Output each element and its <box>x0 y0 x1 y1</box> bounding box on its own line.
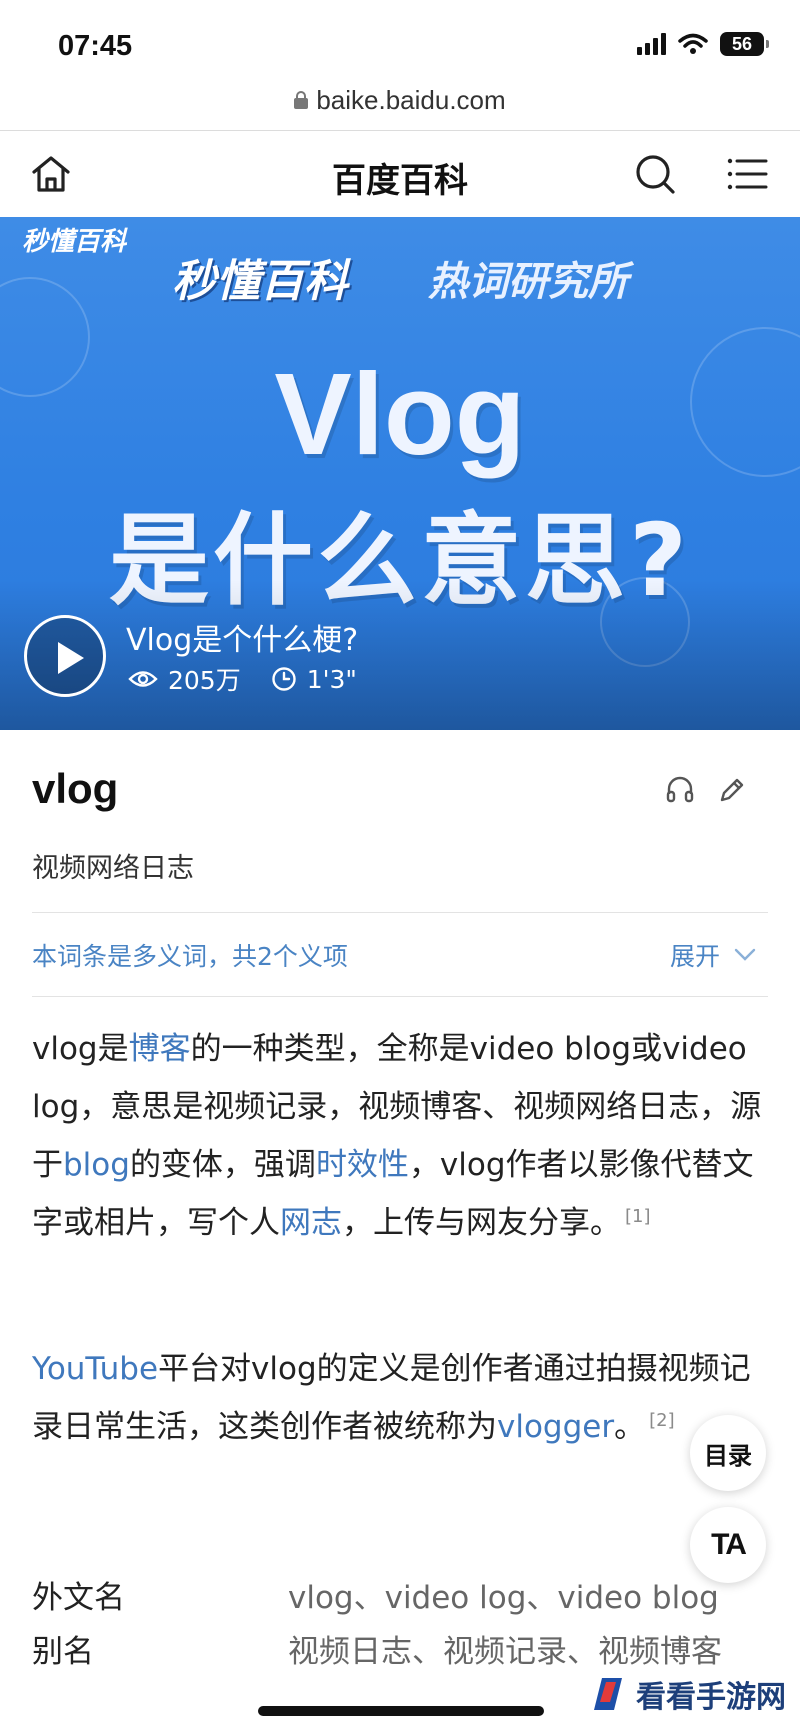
link-blog[interactable]: blog <box>63 1147 130 1183</box>
menu-icon[interactable] <box>724 151 770 197</box>
expand-button[interactable]: 展开 <box>670 937 756 973</box>
brand-logo-small: 秒懂百科 <box>22 227 127 257</box>
reference-1[interactable]: [1] <box>625 1206 651 1227</box>
info-label: 别名 <box>32 1634 94 1670</box>
battery-icon: 56 <box>720 32 769 56</box>
play-button[interactable] <box>24 615 106 697</box>
page-title: 百度百科 <box>332 161 468 201</box>
paragraph-youtube: YouTube平台对vlog的定义是创作者通过拍摄视频记录日常生活，这类创作者被… <box>32 1340 772 1456</box>
info-label: 外文名 <box>32 1580 125 1616</box>
entry-title: vlog <box>32 765 119 812</box>
watermark: 看看手游网 <box>586 1672 786 1716</box>
nav-bar: 百度百科 <box>0 131 800 217</box>
hero-shade <box>0 580 800 730</box>
text: vlog是 <box>32 1031 129 1067</box>
brand-subtitle: 热词研究所 <box>428 259 628 305</box>
clock-icon <box>272 667 296 691</box>
edit-icon[interactable] <box>716 774 748 806</box>
text: ，上传与网友分享。 <box>342 1205 621 1241</box>
url-text: baike.baidu.com <box>316 84 506 115</box>
status-icons: 56 <box>637 32 769 56</box>
entry-subtitle: 视频网络日志 <box>32 853 194 884</box>
video-title[interactable]: Vlog是个什么梗? <box>126 615 358 659</box>
lock-icon <box>294 91 309 109</box>
link-youtube[interactable]: YouTube <box>32 1351 158 1387</box>
eye-icon <box>128 671 158 687</box>
signal-icon <box>637 33 666 55</box>
brand-logo: 秒懂百科 <box>172 256 348 307</box>
video-meta: 205万 1'3" <box>128 661 357 697</box>
link-boke[interactable]: 博客 <box>129 1031 191 1067</box>
link-vlogger[interactable]: vlogger <box>497 1409 614 1445</box>
divider <box>32 996 768 997</box>
search-icon[interactable] <box>632 151 678 197</box>
info-value: vlog、video log、video blog <box>288 1580 719 1616</box>
text: 的变体，强调 <box>129 1147 316 1183</box>
expand-label: 展开 <box>670 942 721 971</box>
view-count: 205万 <box>168 666 241 695</box>
hero-headline-1: Vlog <box>274 349 526 479</box>
wifi-icon <box>678 33 708 54</box>
text: 。 <box>614 1409 646 1445</box>
polysemy-notice[interactable]: 本词条是多义词，共2个义项 <box>32 937 348 973</box>
link-wangzhi[interactable]: 网志 <box>280 1205 342 1241</box>
chevron-down-icon <box>734 948 756 961</box>
paragraph-definition: vlog是博客的一种类型，全称是video blog或video log，意思是… <box>32 1020 772 1252</box>
home-indicator[interactable] <box>258 1706 544 1716</box>
url-bar[interactable]: baike.baidu.com <box>0 80 800 120</box>
status-bar: 07:45 56 <box>0 0 800 88</box>
battery-level: 56 <box>731 33 753 54</box>
watermark-text: 看看手游网 <box>636 1680 786 1715</box>
reference-2[interactable]: [2] <box>649 1410 675 1431</box>
video-duration: 1'3" <box>306 664 357 694</box>
headphone-icon[interactable] <box>664 774 696 806</box>
status-time: 07:45 <box>58 30 133 62</box>
toc-button[interactable]: 目录 <box>690 1415 766 1491</box>
video-hero[interactable]: 秒懂百科 秒懂百科 热词研究所 Vlog 是什么意思? Vlog是个什么梗? 2… <box>0 217 800 730</box>
link-timeliness[interactable]: 时效性 <box>316 1147 409 1183</box>
divider <box>32 912 768 913</box>
watermark-logo-icon <box>594 1678 622 1710</box>
